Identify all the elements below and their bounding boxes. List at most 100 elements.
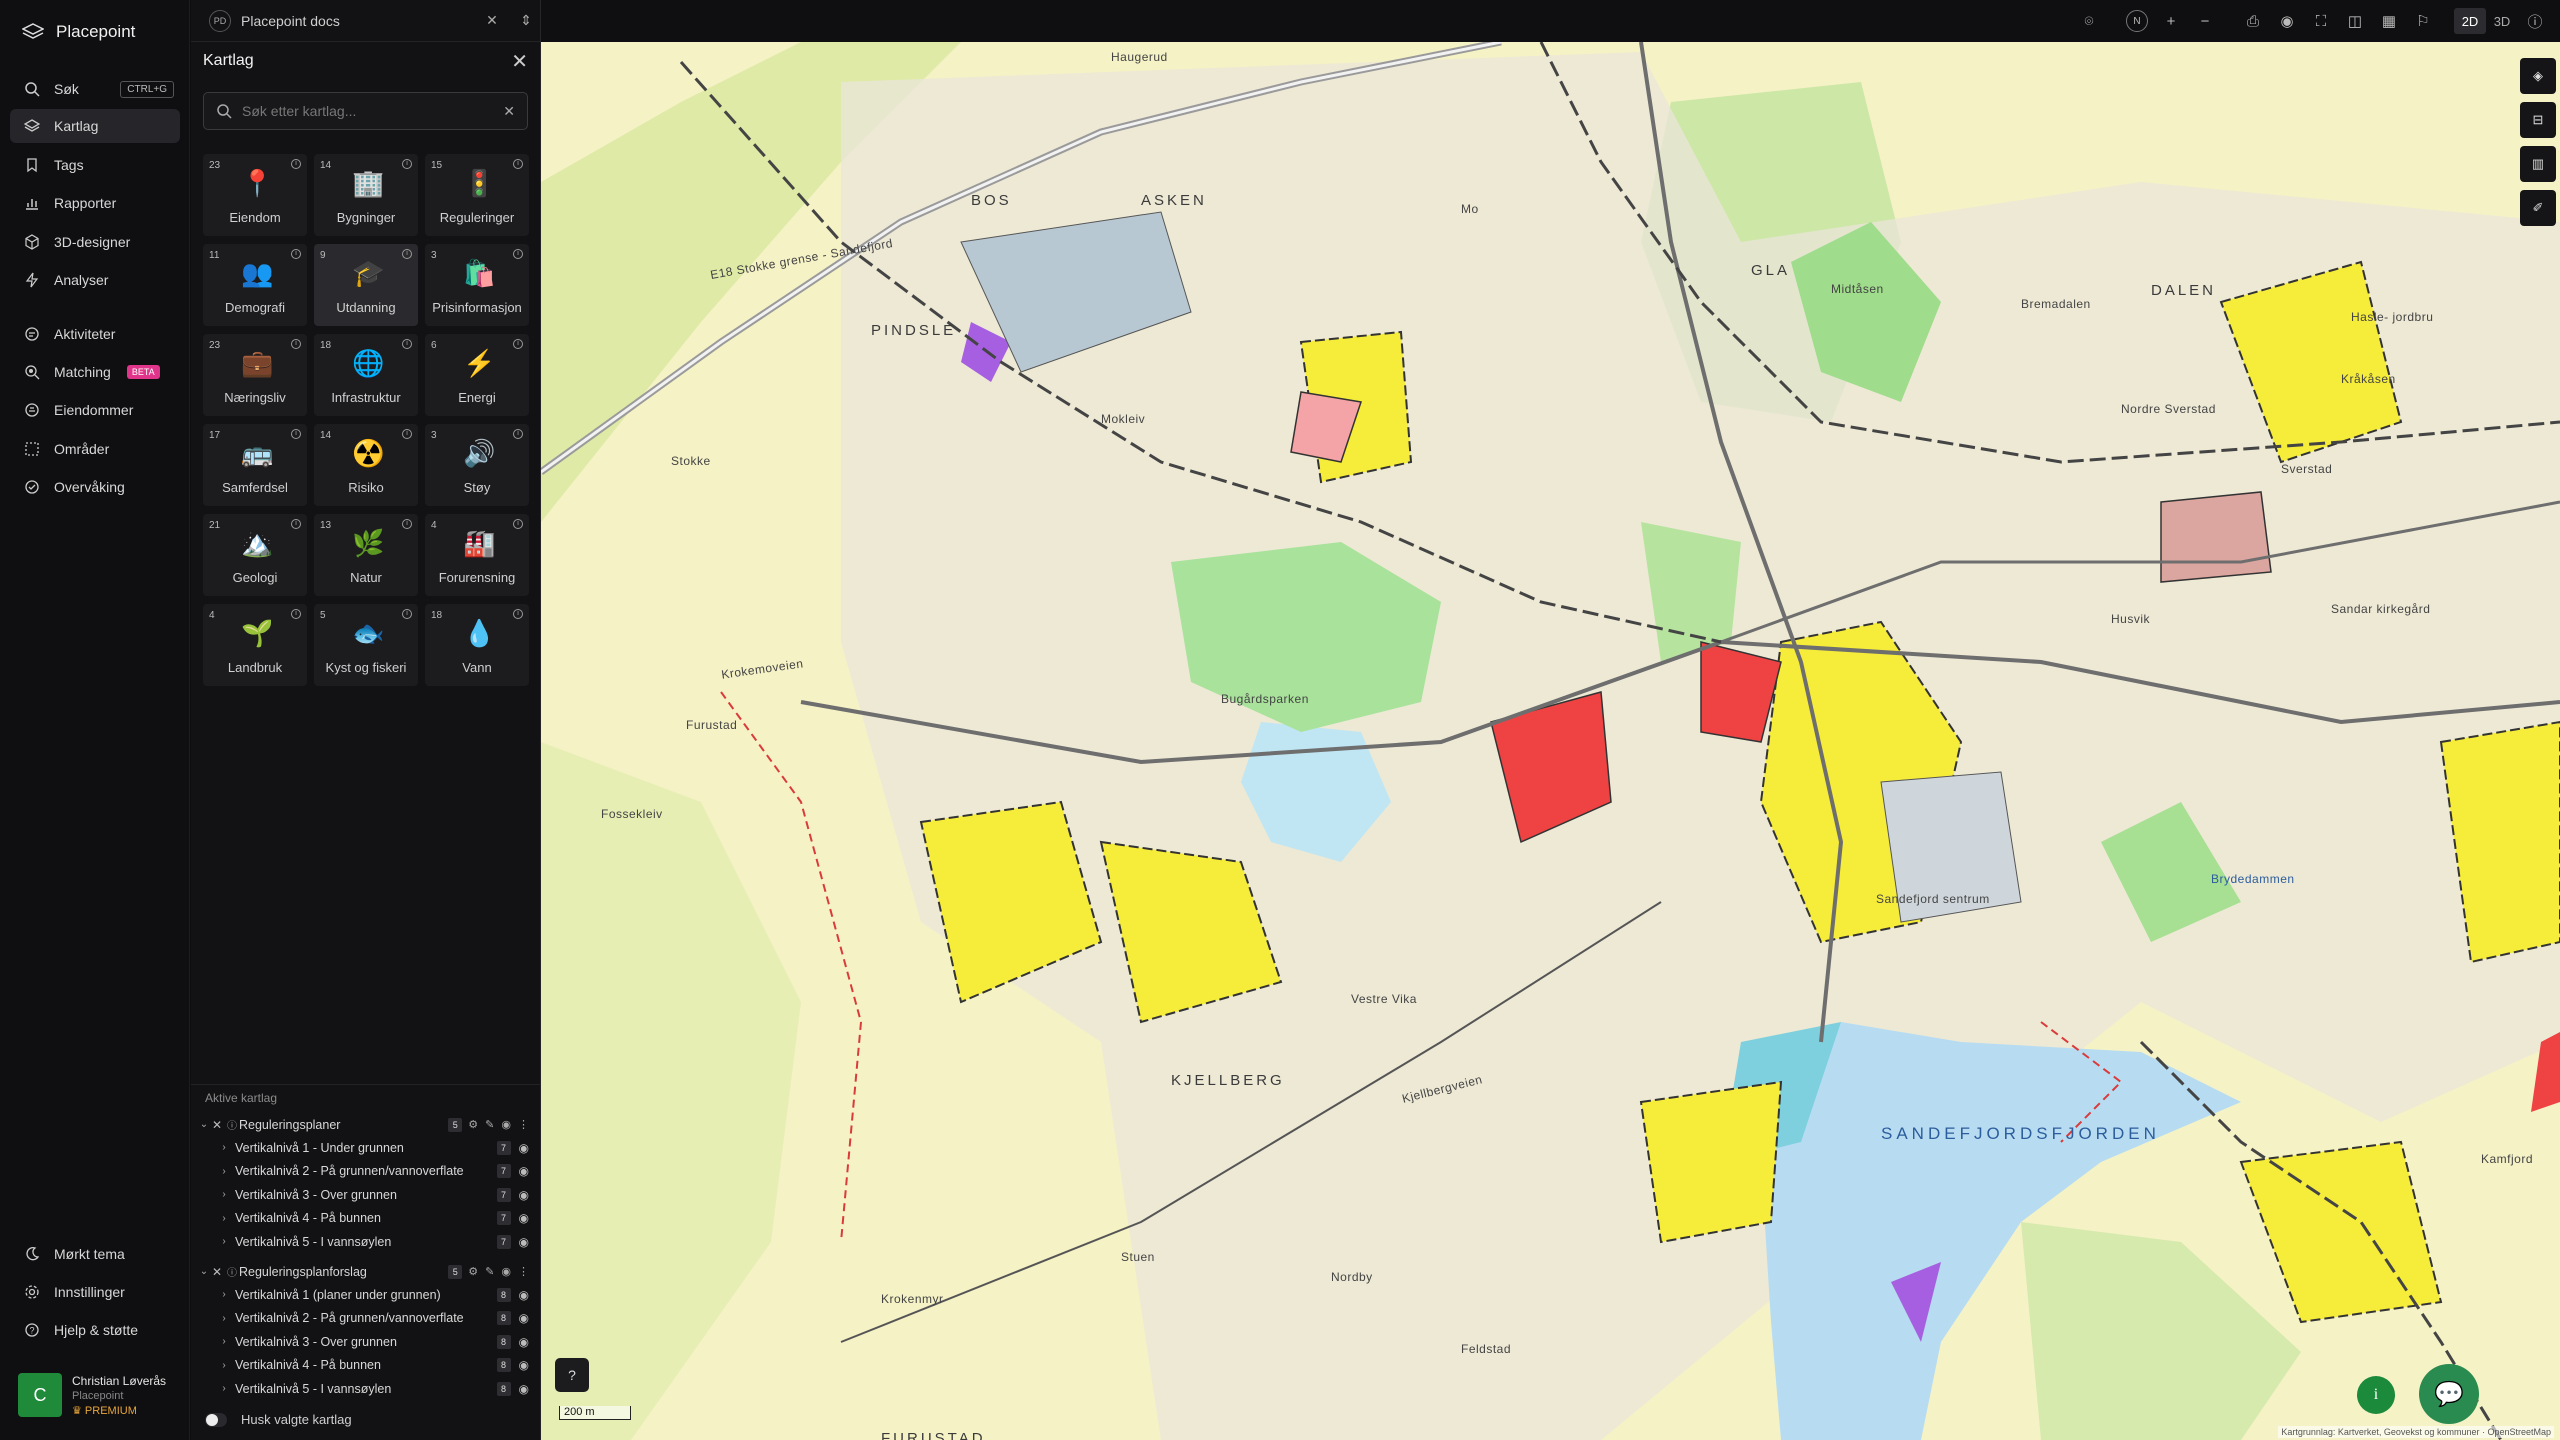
layer-item-row[interactable]: › Vertikalnivå 1 (planer under grunnen) 8 ◉ (191, 1283, 541, 1306)
info-icon[interactable]: i (513, 609, 523, 619)
category-tile-natur[interactable]: 13 i 🌿 Natur (314, 514, 418, 596)
chevron-right-icon[interactable]: › (219, 1360, 229, 1371)
category-tile-kyst-og-fiskeri[interactable]: 5 i 🐟 Kyst og fiskeri (314, 604, 418, 686)
category-tile-utdanning[interactable]: 9 i 🎓 Utdanning (314, 244, 418, 326)
category-tile-reguleringer[interactable]: 15 i 🚦 Reguleringer (425, 154, 529, 236)
info-icon[interactable]: i (291, 519, 301, 529)
chevron-right-icon[interactable]: › (219, 1289, 229, 1300)
info-icon[interactable]: ⓘ (2518, 6, 2552, 36)
info-icon[interactable]: i (513, 519, 523, 529)
fullscreen-icon[interactable]: ⛶ (2304, 6, 2338, 36)
chevron-updown-icon[interactable]: ⇕ (516, 12, 536, 29)
info-icon[interactable]: i (402, 159, 412, 169)
close-panel-icon[interactable]: ✕ (511, 49, 528, 74)
layer-item-row[interactable]: › Vertikalnivå 5 - I vannsøylen 8 ◉ (191, 1377, 541, 1400)
nav-item-help[interactable]: ? Hjelp & støtte (10, 1313, 180, 1347)
eye-icon[interactable]: ◉ (2270, 6, 2304, 36)
layer-item-row[interactable]: › Vertikalnivå 1 - Under grunnen 7 ◉ (191, 1136, 541, 1159)
draw-icon[interactable]: ✐ (2520, 190, 2556, 226)
bookmark-icon[interactable]: ⚐ (2406, 6, 2440, 36)
mode-2d-button[interactable]: 2D (2454, 8, 2486, 34)
eye-icon[interactable]: ◉ (501, 1118, 511, 1131)
remember-layers-toggle[interactable] (205, 1412, 227, 1427)
nav-item-layers[interactable]: Kartlag (10, 109, 180, 143)
info-icon[interactable]: i (291, 249, 301, 259)
gear-icon[interactable]: ⚙ (468, 1265, 478, 1278)
compass-button[interactable]: N (2126, 10, 2148, 32)
eye-icon[interactable]: ◉ (519, 1164, 529, 1178)
remove-icon[interactable]: ✕ (209, 1265, 225, 1279)
layer-item-row[interactable]: › Vertikalnivå 4 - På bunnen 8 ◉ (191, 1354, 541, 1377)
chevron-right-icon[interactable]: › (219, 1142, 229, 1153)
nav-item-tags[interactable]: Tags (10, 148, 180, 182)
chevron-right-icon[interactable]: › (219, 1383, 229, 1394)
info-icon[interactable]: i (402, 249, 412, 259)
map-help-button[interactable]: ? (555, 1358, 589, 1392)
info-icon[interactable]: ⓘ (225, 1264, 239, 1279)
nav-item-reports[interactable]: Rapporter (10, 186, 180, 220)
info-icon[interactable]: i (513, 159, 523, 169)
chat-button[interactable]: 💬 (2419, 1364, 2479, 1424)
nav-item-activities[interactable]: Aktiviteter (10, 317, 180, 351)
nav-item-dark-theme[interactable]: Mørkt tema (10, 1237, 180, 1271)
category-tile-infrastruktur[interactable]: 18 i 🌐 Infrastruktur (314, 334, 418, 416)
measure-icon[interactable]: ⊟ (2520, 102, 2556, 138)
print-icon[interactable]: ⎙ (2236, 6, 2270, 36)
more-icon[interactable]: ⋮ (518, 1118, 529, 1131)
category-tile-eiendom[interactable]: 23 i 📍 Eiendom (203, 154, 307, 236)
camera-icon[interactable]: ◫ (2338, 6, 2372, 36)
category-tile-landbruk[interactable]: 4 i 🌱 Landbruk (203, 604, 307, 686)
edit-icon[interactable]: ✎ (485, 1265, 494, 1278)
info-icon[interactable]: i (402, 429, 412, 439)
info-icon[interactable]: i (513, 429, 523, 439)
workspace-name[interactable]: Placepoint docs (241, 13, 340, 29)
eye-icon[interactable]: ◉ (519, 1141, 529, 1155)
eye-icon[interactable]: ◉ (519, 1335, 529, 1349)
chevron-down-icon[interactable]: ⌄ (199, 1119, 209, 1130)
nav-item-3d-designer[interactable]: 3D-designer (10, 225, 180, 259)
category-tile-risiko[interactable]: 14 i ☢️ Risiko (314, 424, 418, 506)
eye-icon[interactable]: ◉ (501, 1265, 511, 1278)
eye-icon[interactable]: ◉ (519, 1382, 529, 1396)
chevron-right-icon[interactable]: › (219, 1213, 229, 1224)
nav-item-areas[interactable]: Områder (10, 432, 180, 466)
layer-group-row[interactable]: ⌄ ✕ ⓘ Reguleringsplanforslag 5 ⚙ ✎ ◉ ⋮ (191, 1260, 541, 1283)
category-tile-vann[interactable]: 18 i 💧 Vann (425, 604, 529, 686)
chevron-right-icon[interactable]: › (219, 1313, 229, 1324)
category-tile-samferdsel[interactable]: 17 i 🚌 Samferdsel (203, 424, 307, 506)
user-card[interactable]: C Christian Løverås Placepoint ♛ PREMIUM (10, 1366, 180, 1424)
chevron-right-icon[interactable]: › (219, 1166, 229, 1177)
category-tile-forurensning[interactable]: 4 i 🏭 Forurensning (425, 514, 529, 596)
mode-3d-button[interactable]: 3D (2486, 8, 2518, 34)
chevron-right-icon[interactable]: › (219, 1189, 229, 1200)
layer-group-row[interactable]: ⌄ ✕ ⓘ Reguleringsplaner 5 ⚙ ✎ ◉ ⋮ (191, 1113, 541, 1136)
layer-item-row[interactable]: › Vertikalnivå 3 - Over grunnen 7 ◉ (191, 1183, 541, 1206)
info-icon[interactable]: i (402, 609, 412, 619)
map-canvas[interactable]: Haugerud BOS ASKEN PINDSLE Mo GLA DALEN … (541, 42, 2560, 1440)
clear-search-icon[interactable]: ✕ (503, 103, 515, 120)
zoom-in-icon[interactable]: + (2154, 6, 2188, 36)
info-icon[interactable]: i (291, 609, 301, 619)
grid-icon[interactable]: ▦ (2372, 6, 2406, 36)
gear-icon[interactable]: ⚙ (468, 1118, 478, 1131)
category-tile-energi[interactable]: 6 i ⚡ Energi (425, 334, 529, 416)
eye-icon[interactable]: ◉ (519, 1211, 529, 1225)
info-icon[interactable]: i (402, 339, 412, 349)
layer-search-input[interactable] (242, 103, 494, 119)
layer-item-row[interactable]: › Vertikalnivå 5 - I vannsøylen 7 ◉ (191, 1230, 541, 1253)
info-icon[interactable]: i (291, 429, 301, 439)
layer-item-row[interactable]: › Vertikalnivå 2 - På grunnen/vannoverfla… (191, 1160, 541, 1183)
info-icon[interactable]: i (291, 159, 301, 169)
nav-item-search[interactable]: Søk CTRL+G (10, 72, 180, 106)
globe-icon[interactable]: ⌾ (2072, 6, 2106, 36)
layer-item-row[interactable]: › Vertikalnivå 4 - På bunnen 7 ◉ (191, 1207, 541, 1230)
info-icon[interactable]: i (513, 249, 523, 259)
nav-item-analyses[interactable]: Analyser (10, 263, 180, 297)
edit-icon[interactable]: ✎ (485, 1118, 494, 1131)
category-tile-bygninger[interactable]: 14 i 🏢 Bygninger (314, 154, 418, 236)
brand[interactable]: Placepoint (0, 0, 189, 64)
info-icon[interactable]: i (291, 339, 301, 349)
nav-item-matching[interactable]: Matching BETA (10, 355, 180, 389)
info-icon[interactable]: i (402, 519, 412, 529)
chevron-down-icon[interactable]: ⌄ (199, 1266, 209, 1277)
